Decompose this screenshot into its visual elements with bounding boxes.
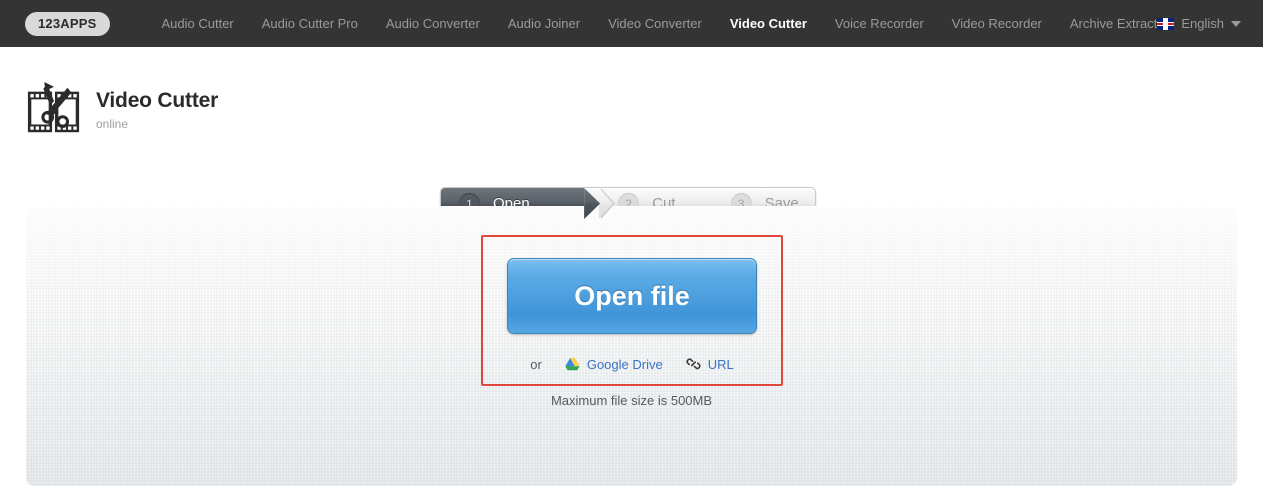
nav-item-audio-converter[interactable]: Audio Converter bbox=[372, 0, 494, 47]
nav-item-video-cutter[interactable]: Video Cutter bbox=[716, 0, 821, 47]
link-icon bbox=[686, 357, 701, 371]
nav-item-voice-recorder[interactable]: Voice Recorder bbox=[821, 0, 938, 47]
top-navigation-bar: 123APPS Audio Cutter Audio Cutter Pro Au… bbox=[0, 0, 1263, 47]
brand-logo-123apps[interactable]: 123APPS bbox=[25, 11, 110, 36]
page-header: Video Cutter online bbox=[25, 82, 218, 138]
language-label: English bbox=[1181, 16, 1224, 31]
url-link[interactable]: URL bbox=[708, 357, 734, 372]
open-file-button[interactable]: Open file bbox=[507, 258, 757, 334]
uk-flag-icon bbox=[1157, 17, 1175, 30]
language-selector[interactable]: English bbox=[1157, 0, 1241, 47]
nav-item-audio-cutter[interactable]: Audio Cutter bbox=[148, 0, 248, 47]
max-file-size-note: Maximum file size is 500MB bbox=[550, 393, 713, 408]
page-title-block: Video Cutter online bbox=[96, 90, 218, 130]
nav-links: Audio Cutter Audio Cutter Pro Audio Conv… bbox=[148, 0, 1183, 47]
google-drive-link[interactable]: Google Drive bbox=[587, 357, 663, 372]
chevron-down-icon bbox=[1231, 20, 1241, 27]
nav-item-video-recorder[interactable]: Video Recorder bbox=[938, 0, 1056, 47]
or-label: or bbox=[530, 356, 542, 372]
page-title: Video Cutter bbox=[96, 89, 219, 112]
nav-item-audio-cutter-pro[interactable]: Audio Cutter Pro bbox=[248, 0, 372, 47]
alternate-sources-row: or Google Drive URL bbox=[481, 352, 783, 376]
google-drive-icon bbox=[565, 357, 580, 371]
nav-item-audio-joiner[interactable]: Audio Joiner bbox=[494, 0, 594, 47]
page-subtitle: online bbox=[96, 117, 129, 131]
nav-item-video-converter[interactable]: Video Converter bbox=[594, 0, 716, 47]
film-strip-scissors-icon bbox=[25, 82, 83, 138]
